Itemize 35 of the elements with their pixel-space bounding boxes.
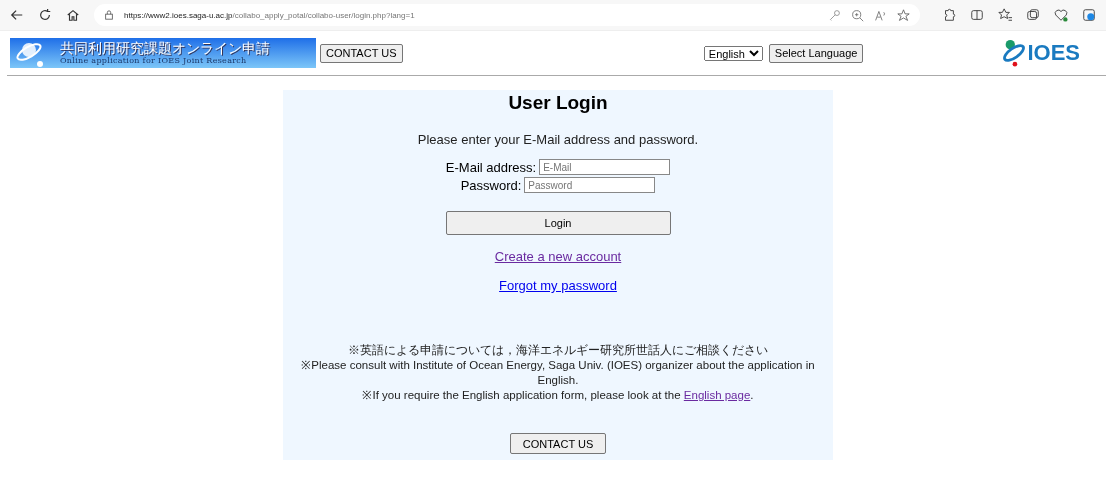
link[interactable]: Create a new account	[494, 249, 622, 264]
input-field[interactable]: Password	[524, 177, 656, 193]
address-bar[interactable]: https://www2.ioes.saga-u.ac.jp/collabo_apply_potal/collabo-user/login.php?lang=1	[94, 4, 920, 26]
contact-button[interactable]: CONTACT US	[320, 43, 403, 63]
field-label: E-Mail address:	[445, 159, 537, 175]
split-screen-icon[interactable]	[970, 8, 984, 22]
login-button[interactable]: Login	[445, 211, 671, 235]
link[interactable]: Forgot my password	[499, 278, 617, 293]
read-aloud-icon[interactable]	[874, 8, 887, 22]
browser-icon[interactable]	[1082, 8, 1096, 22]
refresh-icon[interactable]	[38, 8, 52, 22]
note-text: ※Please consult with Institute of Ocean Energy, Saga Univ. (IOES) organizer about the application in English.	[300, 358, 816, 388]
collections-icon[interactable]	[1026, 8, 1040, 22]
logo-text: IOES	[1027, 40, 1080, 66]
note-text: ※英語による申請については，海洋エネルギー研究所世話人にご相談ください	[347, 343, 769, 358]
field-label: Password:	[460, 177, 522, 193]
star-icon[interactable]	[897, 8, 910, 22]
page-title: User Login	[508, 92, 608, 114]
favorites-icon[interactable]	[998, 8, 1012, 22]
zoom-icon[interactable]	[851, 8, 864, 22]
banner-subtitle: Online application for IOES Joint Research	[60, 55, 248, 66]
input-field[interactable]: E-Mail	[539, 159, 671, 175]
url-text: https://www2.ioes.saga-u.ac.jp/collabo_apply_potal/collabo-user/login.php?lang=1	[124, 10, 415, 20]
note-text: ※If you require the English application form, please look at the English page.	[361, 388, 755, 403]
logo-icon	[1001, 39, 1028, 67]
lock-icon	[104, 10, 114, 20]
extensions-icon[interactable]	[942, 8, 956, 22]
language-select[interactable]: English	[703, 45, 763, 61]
home-icon[interactable]	[66, 8, 80, 22]
banner-title: 共同利用研究課題オンライン申請	[60, 40, 270, 56]
select-language-button[interactable]: Select Language	[768, 43, 864, 63]
instruction-text: Please enter your E-Mail address and password.	[417, 132, 699, 147]
heart-icon[interactable]	[1054, 8, 1068, 22]
contact-button[interactable]: CONTACT US	[509, 433, 607, 454]
back-icon[interactable]	[10, 8, 24, 22]
